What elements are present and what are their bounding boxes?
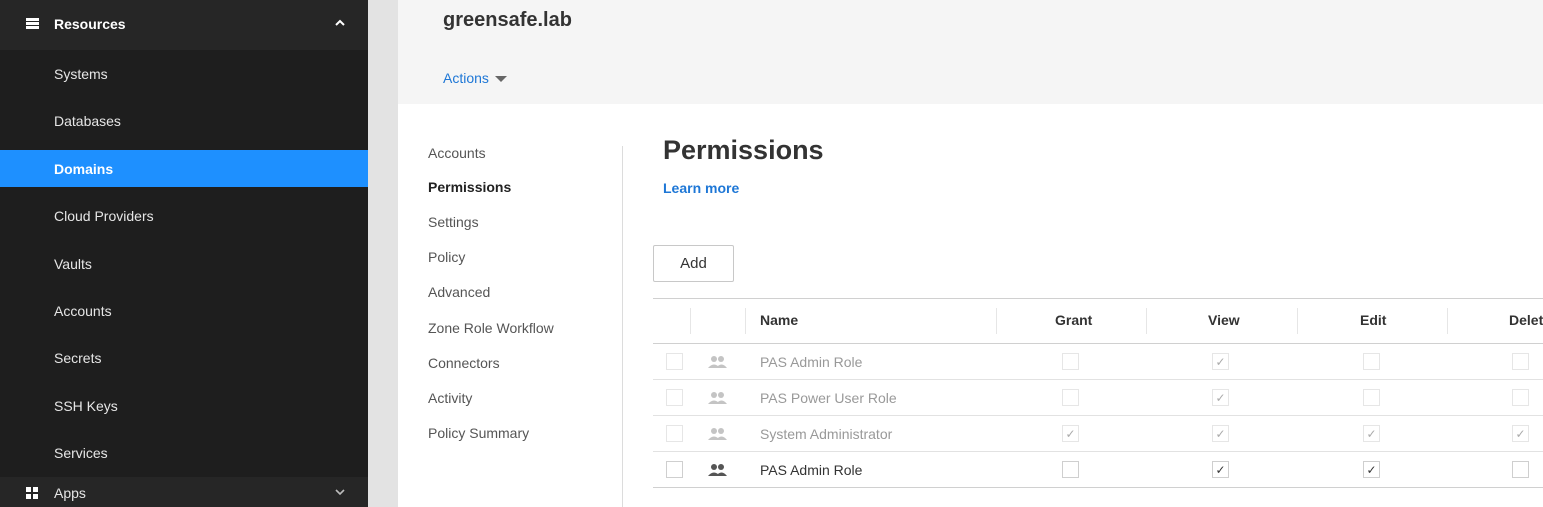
view-checkbox[interactable]: ✓ bbox=[1212, 389, 1229, 406]
grid-icon bbox=[26, 487, 38, 499]
row-border bbox=[653, 487, 1543, 488]
section-title: Permissions bbox=[663, 135, 824, 165]
column-separator bbox=[996, 308, 997, 334]
learn-more-link[interactable]: Learn more bbox=[663, 180, 739, 196]
view-checkbox[interactable]: ✓ bbox=[1212, 353, 1229, 370]
column-header-grant[interactable]: Grant bbox=[1055, 312, 1092, 328]
sidebar-item-domains[interactable]: Domains bbox=[0, 150, 368, 187]
users-icon bbox=[708, 428, 727, 440]
sidebar: Resources Systems Databases Domains Clou… bbox=[0, 0, 368, 507]
delete-checkbox[interactable] bbox=[1512, 353, 1529, 370]
delete-checkbox[interactable] bbox=[1512, 389, 1529, 406]
gutter bbox=[368, 0, 398, 507]
table-row[interactable]: PAS Power User Role ✓ bbox=[653, 380, 1543, 416]
role-name: PAS Power User Role bbox=[760, 390, 897, 406]
sidebar-item-ssh-keys[interactable]: SSH Keys bbox=[0, 387, 368, 424]
tab-permissions[interactable]: Permissions bbox=[428, 179, 511, 195]
delete-checkbox[interactable]: ✓ bbox=[1512, 425, 1529, 442]
actions-label: Actions bbox=[443, 70, 489, 86]
column-separator bbox=[745, 308, 746, 334]
sidebar-item-secrets[interactable]: Secrets bbox=[0, 339, 368, 376]
column-header-edit[interactable]: Edit bbox=[1360, 312, 1386, 328]
sidebar-section-resources[interactable]: Resources bbox=[0, 0, 368, 50]
view-checkbox[interactable]: ✓ bbox=[1212, 461, 1229, 478]
page-title: greensafe.lab bbox=[443, 9, 572, 31]
tab-connectors[interactable]: Connectors bbox=[428, 355, 500, 371]
table-top-border bbox=[653, 298, 1543, 299]
grant-checkbox[interactable] bbox=[1062, 353, 1079, 370]
row-select-checkbox[interactable] bbox=[666, 389, 683, 406]
add-button[interactable]: Add bbox=[653, 245, 734, 282]
chevron-up-icon bbox=[335, 19, 345, 26]
view-checkbox[interactable]: ✓ bbox=[1212, 425, 1229, 442]
column-separator bbox=[1146, 308, 1147, 334]
edit-checkbox[interactable] bbox=[1363, 389, 1380, 406]
edit-checkbox[interactable]: ✓ bbox=[1363, 425, 1380, 442]
sidebar-item-vaults[interactable]: Vaults bbox=[0, 245, 368, 282]
table-row[interactable]: PAS Admin Role ✓ ✓ bbox=[653, 452, 1543, 488]
sidebar-item-services[interactable]: Services bbox=[0, 434, 368, 471]
grant-checkbox[interactable]: ✓ bbox=[1062, 425, 1079, 442]
column-header-view[interactable]: View bbox=[1208, 312, 1240, 328]
edit-checkbox[interactable] bbox=[1363, 353, 1380, 370]
actions-menu[interactable]: Actions bbox=[443, 70, 507, 86]
row-select-checkbox[interactable] bbox=[666, 353, 683, 370]
column-separator bbox=[1297, 308, 1298, 334]
table-row[interactable]: System Administrator ✓ ✓ ✓ ✓ bbox=[653, 416, 1543, 452]
grant-checkbox[interactable] bbox=[1062, 461, 1079, 478]
chevron-down-icon bbox=[335, 489, 345, 496]
sidebar-item-systems[interactable]: Systems bbox=[0, 55, 368, 92]
permissions-table: Name Grant View Edit Delet PAS Admin Rol… bbox=[653, 298, 1543, 490]
users-icon bbox=[708, 356, 727, 368]
column-separator bbox=[690, 308, 691, 334]
tabs-divider bbox=[622, 146, 623, 507]
tab-activity[interactable]: Activity bbox=[428, 390, 472, 406]
sidebar-item-databases[interactable]: Databases bbox=[0, 102, 368, 139]
tab-accounts[interactable]: Accounts bbox=[428, 145, 486, 161]
row-select-checkbox[interactable] bbox=[666, 461, 683, 478]
tab-settings[interactable]: Settings bbox=[428, 214, 479, 230]
role-name: System Administrator bbox=[760, 426, 893, 442]
page-header: greensafe.lab Actions bbox=[398, 0, 1543, 104]
tab-zone-role-workflow[interactable]: Zone Role Workflow bbox=[428, 320, 554, 336]
column-header-delete[interactable]: Delet bbox=[1509, 312, 1543, 328]
list-icon bbox=[26, 18, 39, 29]
column-separator bbox=[1447, 308, 1448, 334]
grant-checkbox[interactable] bbox=[1062, 389, 1079, 406]
table-row[interactable]: PAS Admin Role ✓ bbox=[653, 344, 1543, 380]
users-icon bbox=[708, 464, 727, 476]
sidebar-section-label: Resources bbox=[54, 16, 126, 32]
row-select-checkbox[interactable] bbox=[666, 425, 683, 442]
role-name: PAS Admin Role bbox=[760, 354, 863, 370]
sidebar-apps-label: Apps bbox=[54, 485, 86, 501]
sidebar-item-accounts[interactable]: Accounts bbox=[0, 292, 368, 329]
column-header-name[interactable]: Name bbox=[760, 312, 798, 328]
tab-policy[interactable]: Policy bbox=[428, 249, 465, 265]
role-name: PAS Admin Role bbox=[760, 462, 863, 478]
sidebar-section-apps[interactable]: Apps bbox=[0, 477, 368, 507]
tab-advanced[interactable]: Advanced bbox=[428, 284, 490, 300]
delete-checkbox[interactable] bbox=[1512, 461, 1529, 478]
users-icon bbox=[708, 392, 727, 404]
caret-down-icon bbox=[494, 76, 507, 82]
edit-checkbox[interactable]: ✓ bbox=[1363, 461, 1380, 478]
sidebar-item-cloud-providers[interactable]: Cloud Providers bbox=[0, 197, 368, 234]
tab-policy-summary[interactable]: Policy Summary bbox=[428, 425, 529, 441]
